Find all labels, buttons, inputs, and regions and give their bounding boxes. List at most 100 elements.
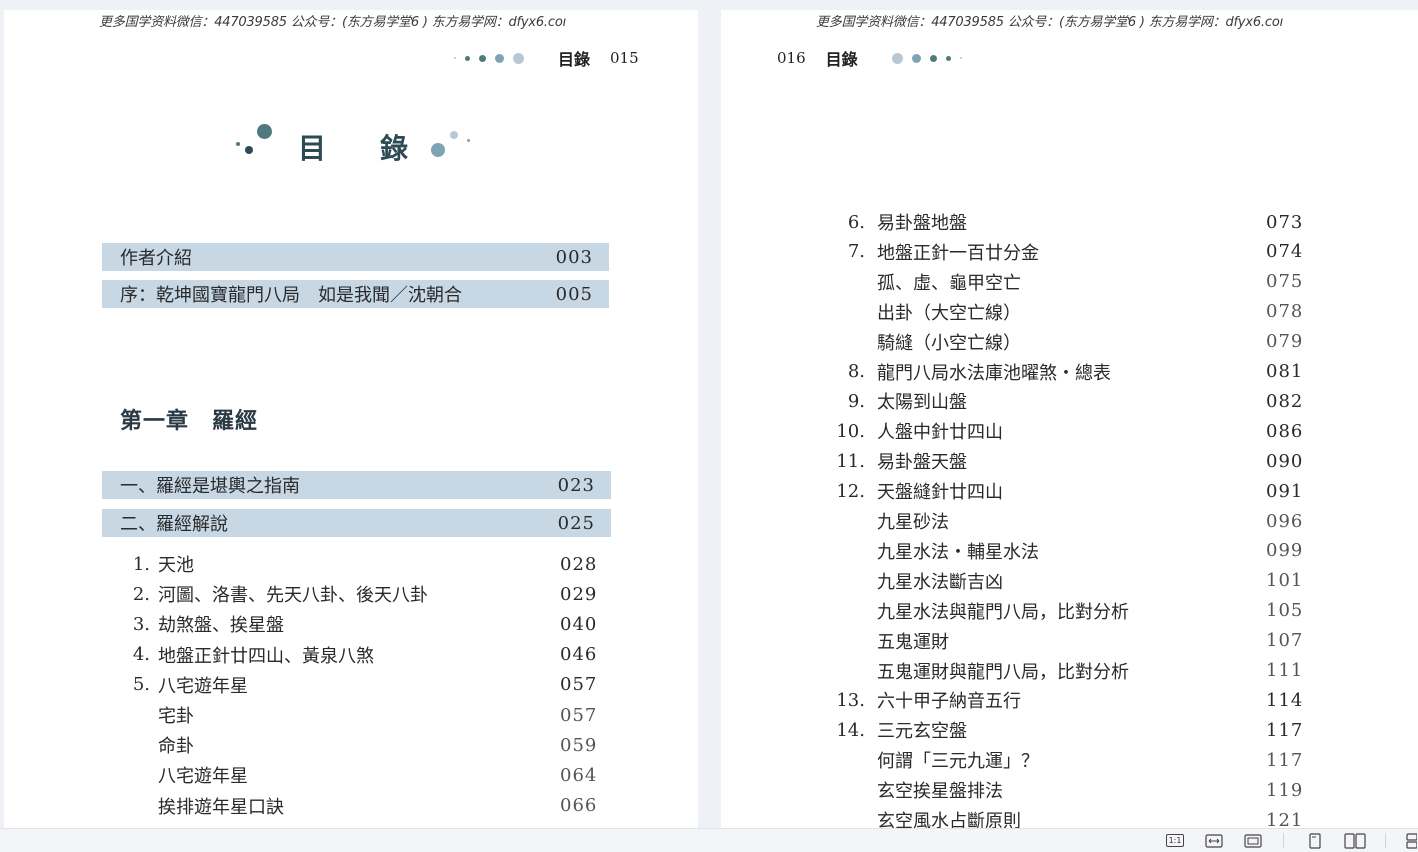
toc-section[interactable]: 二、羅經解說 025 bbox=[102, 509, 611, 537]
toc-entry[interactable]: 8. 龍門八局水法庫池曜煞‧總表 081 bbox=[825, 358, 1325, 386]
toc-entry[interactable]: 11. 易卦盤天盤 090 bbox=[825, 447, 1325, 475]
toc-entry[interactable]: 命卦 059 bbox=[116, 731, 616, 759]
entry-title: 何謂「三元九運」？ bbox=[877, 751, 1039, 773]
toc-entry[interactable]: 玄空風水占斷原則 121 bbox=[825, 806, 1325, 829]
entry-title: 六十甲子納音五行 bbox=[877, 691, 1021, 713]
entry-page: 101 bbox=[1266, 570, 1304, 592]
entry-title: 宅卦 bbox=[158, 706, 194, 727]
toc-entry[interactable]: 7. 地盤正針一百廿分金 074 bbox=[825, 238, 1325, 266]
entry-title: 龍門八局水法庫池曜煞‧總表 bbox=[877, 362, 1111, 384]
toc-entry[interactable]: 孤、虛、龜甲空亡 075 bbox=[825, 268, 1325, 296]
entry-page: 003 bbox=[555, 246, 593, 268]
toc-entry[interactable]: 騎縫（小空亡線） 079 bbox=[825, 328, 1325, 356]
entry-title: 易卦盤地盤 bbox=[877, 213, 967, 234]
toc-entry[interactable]: 九星水法斷吉凶 101 bbox=[825, 567, 1325, 595]
toc-entry[interactable]: 9. 太陽到山盤 082 bbox=[825, 387, 1325, 415]
title-char: 目 bbox=[298, 132, 329, 165]
fit-width-button[interactable] bbox=[1204, 832, 1224, 849]
dot-decoration bbox=[454, 57, 456, 59]
dot-decoration bbox=[513, 52, 524, 64]
entry-number: 14. bbox=[836, 719, 865, 741]
toc-entry[interactable]: 14. 三元玄空盤 117 bbox=[825, 716, 1325, 744]
entry-page: 057 bbox=[560, 704, 598, 726]
entry-number: 8. bbox=[847, 361, 865, 382]
toc-entry[interactable]: 九星水法‧輔星水法 099 bbox=[825, 537, 1325, 565]
toc-entry[interactable]: 五鬼運財 107 bbox=[825, 627, 1325, 655]
toc-entry[interactable]: 6. 易卦盤地盤 073 bbox=[825, 208, 1325, 236]
entry-title: 太陽到山盤 bbox=[877, 392, 967, 414]
entry-title: 八宅遊年星 bbox=[158, 766, 248, 788]
dot-decoration bbox=[467, 139, 470, 142]
toc-entry[interactable]: 挨排遊年星口訣 066 bbox=[116, 792, 616, 820]
toc-entry[interactable]: 作者介紹 003 bbox=[102, 243, 609, 271]
fit-page-icon bbox=[1244, 833, 1262, 848]
toc-entry[interactable]: 1. 天池 028 bbox=[116, 550, 616, 578]
actual-size-button[interactable]: 1:1 bbox=[1165, 832, 1185, 849]
entry-page: 107 bbox=[1266, 630, 1304, 652]
toc-entry[interactable]: 5. 八宅遊年星 057 bbox=[116, 671, 616, 699]
entry-page: 086 bbox=[1266, 420, 1304, 442]
entry-title: 天池 bbox=[158, 555, 194, 576]
entry-title: 地盤正針廿四山、黃泉八煞 bbox=[158, 645, 374, 667]
toc-entry[interactable]: 12. 天盤縫針廿四山 091 bbox=[825, 477, 1325, 505]
toc-entry[interactable]: 九星水法與龍門八局，比對分析 105 bbox=[825, 597, 1325, 625]
toc-entry[interactable]: 4. 地盤正針廿四山、黃泉八煞 046 bbox=[116, 641, 616, 669]
entry-title: 河圖、洛書、先天八卦、後天八卦 bbox=[158, 585, 428, 607]
entry-page: 121 bbox=[1266, 809, 1304, 829]
entry-page: 117 bbox=[1266, 719, 1304, 741]
toc-section[interactable]: 一、羅經是堪輿之指南 023 bbox=[102, 471, 611, 499]
toc-entry[interactable]: 13. 六十甲子納音五行 114 bbox=[825, 686, 1325, 714]
watermark-text: 更多国学资料微信：447039585 公众号：(东方易学堂6 ) 东方易学网：d… bbox=[816, 15, 1283, 30]
entry-number: 9. bbox=[847, 390, 865, 412]
toc-entry[interactable]: 玄空挨星盤排法 119 bbox=[825, 776, 1325, 804]
single-page-icon bbox=[1309, 832, 1321, 849]
entry-page: 073 bbox=[1266, 211, 1304, 233]
dot-decoration bbox=[911, 53, 921, 63]
entry-title: 一、羅經是堪輿之指南 bbox=[120, 476, 300, 497]
entry-page: 078 bbox=[1266, 301, 1304, 323]
dot-decoration bbox=[891, 52, 903, 64]
entry-page: 096 bbox=[1266, 510, 1304, 532]
entry-page: 079 bbox=[1266, 331, 1304, 353]
toc-entry[interactable]: 序：乾坤國寶龍門八局 如是我聞／沈朝合 005 bbox=[102, 280, 609, 308]
entry-page: 040 bbox=[560, 613, 598, 635]
toc-entry[interactable]: 2. 河圖、洛書、先天八卦、後天八卦 029 bbox=[116, 580, 616, 608]
toc-entry[interactable]: 九星砂法 096 bbox=[825, 507, 1325, 535]
toolbar-divider bbox=[1385, 833, 1386, 848]
two-page-button[interactable] bbox=[1343, 832, 1367, 849]
toc-entry[interactable]: 10. 人盤中針廿四山 086 bbox=[825, 417, 1325, 445]
toc-entry[interactable]: 3. 劫煞盤、挨星盤 040 bbox=[116, 610, 616, 638]
dot-decoration bbox=[495, 53, 504, 63]
continuous-scroll-button[interactable] bbox=[1401, 832, 1418, 849]
toc-entry[interactable]: 出卦（大空亡線） 078 bbox=[825, 298, 1325, 326]
view-toolbar: 1:1 bbox=[0, 828, 1418, 852]
entry-title: 序：乾坤國寶龍門八局 如是我聞／沈朝合 bbox=[120, 285, 462, 306]
entry-page: 090 bbox=[1266, 450, 1304, 472]
entry-title: 九星砂法 bbox=[877, 512, 949, 533]
single-page-button[interactable] bbox=[1305, 832, 1325, 849]
header-dots bbox=[891, 52, 962, 64]
toc-entry[interactable]: 何謂「三元九運」？ 117 bbox=[825, 746, 1325, 774]
toc-entry[interactable]: 宅卦 057 bbox=[116, 701, 616, 729]
fit-page-button[interactable] bbox=[1243, 832, 1263, 849]
dot-decoration bbox=[431, 143, 445, 157]
chapter-heading: 第一章 羅經 bbox=[120, 408, 259, 434]
entry-title: 易卦盤天盤 bbox=[877, 452, 967, 474]
page-number: 016 bbox=[777, 49, 806, 67]
entry-number: 7. bbox=[847, 241, 865, 263]
toc-entry[interactable]: 八宅遊年星 064 bbox=[116, 761, 616, 789]
toc-entry[interactable]: 五鬼運財與龍門八局，比對分析 111 bbox=[825, 657, 1325, 685]
entry-title: 地盤正針一百廿分金 bbox=[877, 242, 1039, 264]
entry-title: 五鬼運財與龍門八局，比對分析 bbox=[877, 661, 1129, 683]
entry-title: 九星水法斷吉凶 bbox=[877, 571, 1003, 593]
toc-title: 目 錄 bbox=[234, 120, 484, 176]
entry-number: 6. bbox=[847, 211, 865, 233]
toolbar-divider bbox=[1283, 833, 1284, 848]
entry-title: 騎縫（小空亡線） bbox=[877, 332, 1021, 354]
dot-decoration bbox=[450, 131, 458, 139]
watermark-text: 更多国学资料微信：447039585 公众号：(东方易学堂6 ) 东方易学网：d… bbox=[99, 15, 566, 30]
header-dots bbox=[454, 52, 524, 64]
entry-page: 023 bbox=[557, 474, 595, 496]
two-page-icon bbox=[1344, 832, 1366, 849]
entry-page: 074 bbox=[1266, 241, 1304, 263]
